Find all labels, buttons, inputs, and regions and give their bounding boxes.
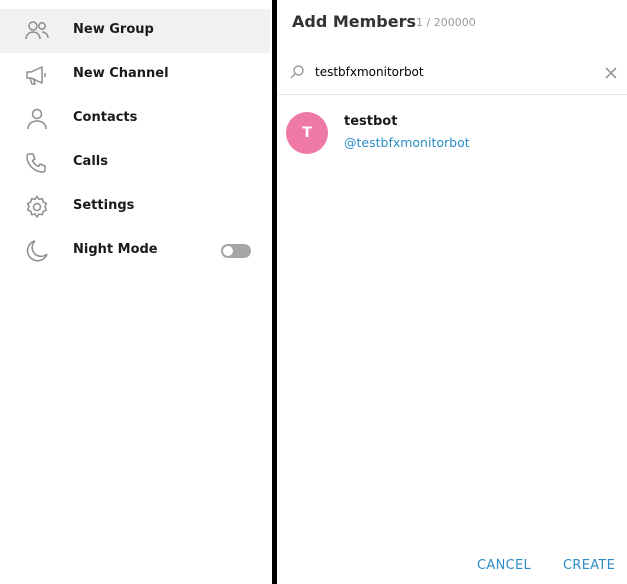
- close-icon[interactable]: [604, 65, 618, 79]
- dialog-title: Add Members: [292, 12, 417, 31]
- sidebar-item-label: Settings: [73, 198, 135, 213]
- sidebar-item-label: Calls: [73, 154, 108, 169]
- sidebar-item-label: New Channel: [73, 66, 169, 81]
- search-input[interactable]: [315, 62, 585, 82]
- person-icon: [24, 107, 50, 131]
- gear-icon: [24, 195, 50, 219]
- create-button[interactable]: CREATE: [563, 558, 615, 573]
- sidebar-item-label: Night Mode: [73, 242, 158, 257]
- toggle-knob: [221, 244, 235, 258]
- avatar-initial: T: [302, 125, 312, 141]
- sidebar-item-new-group[interactable]: New Group: [0, 9, 270, 53]
- group-icon: [24, 19, 50, 43]
- avatar: T: [286, 112, 328, 154]
- megaphone-icon: [24, 63, 50, 87]
- sidebar-item-new-channel[interactable]: New Channel: [0, 53, 270, 97]
- contact-username: @testbfxmonitorbot: [344, 135, 470, 150]
- night-mode-toggle[interactable]: [221, 244, 251, 258]
- search-icon: [289, 64, 305, 80]
- sidebar-item-label: Contacts: [73, 110, 138, 125]
- member-count: 1 / 200000: [416, 16, 476, 29]
- sidebar: New Group New Channel Contacts Calls Set…: [0, 0, 272, 584]
- moon-icon: [24, 239, 50, 263]
- phone-icon: [24, 151, 50, 175]
- sidebar-item-label: New Group: [73, 22, 154, 37]
- sidebar-item-calls[interactable]: Calls: [0, 141, 270, 185]
- sidebar-item-night-mode[interactable]: Night Mode: [0, 229, 270, 273]
- add-members-dialog: Add Members 1 / 200000 T testbot @testbf…: [277, 0, 627, 584]
- list-item[interactable]: T testbot @testbfxmonitorbot: [277, 104, 627, 160]
- sidebar-item-settings[interactable]: Settings: [0, 185, 270, 229]
- contact-name: testbot: [344, 114, 398, 129]
- search-bar: [277, 52, 627, 95]
- cancel-button[interactable]: CANCEL: [477, 558, 531, 573]
- sidebar-item-contacts[interactable]: Contacts: [0, 97, 270, 141]
